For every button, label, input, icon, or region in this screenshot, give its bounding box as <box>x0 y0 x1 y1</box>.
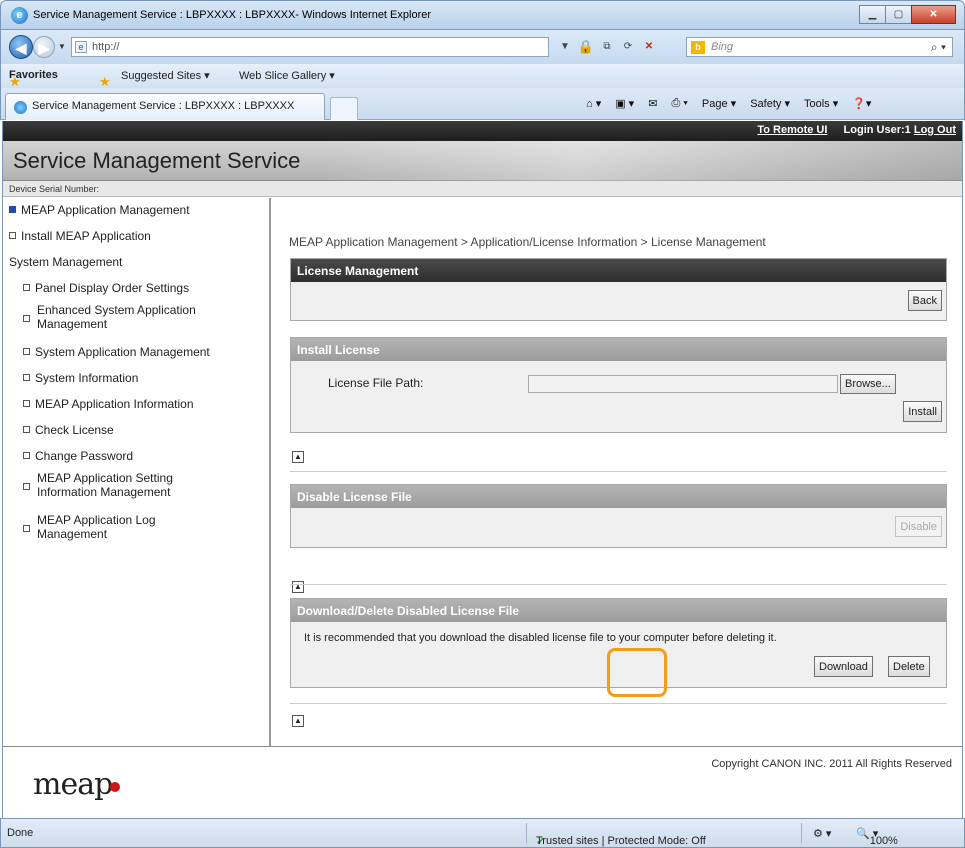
search-input[interactable]: b Bing ⌕ ▾ <box>686 37 953 57</box>
bullet-icon <box>9 206 16 213</box>
panel-title: Disable License File <box>291 485 946 508</box>
print-icon[interactable]: ⎙ ▾ <box>671 97 687 110</box>
favorites-button[interactable]: ★ Favorites <box>9 69 58 89</box>
browser-tab[interactable]: Service Management Service : LBPXXXX : L… <box>5 93 325 120</box>
top-strip: To Remote UI Login User:1 Log Out <box>3 121 962 141</box>
copyright-text: Copyright CANON INC. 2011 All Rights Res… <box>711 758 952 770</box>
install-license-panel: Install License License File Path: Brows… <box>290 337 947 433</box>
suggested-sites-link[interactable]: Suggested Sites ▾ <box>121 69 210 82</box>
sidebar-item-panel-display[interactable]: Panel Display Order Settings <box>23 281 189 295</box>
feeds-icon[interactable]: ▣ ▾ <box>615 97 634 110</box>
back-button[interactable]: Back <box>907 290 942 311</box>
panel-title: License Management <box>291 259 946 282</box>
help-icon[interactable]: ❓▾ <box>852 97 871 110</box>
install-button[interactable]: Install <box>903 401 942 422</box>
collapse-icon[interactable]: ▲ <box>292 451 304 463</box>
sidebar-item-meap-app-mgmt[interactable]: MEAP Application Management <box>9 203 190 217</box>
sidebar-heading-system-mgmt: System Management <box>9 255 123 269</box>
bullet-icon <box>23 426 30 433</box>
bing-icon: b <box>691 41 705 54</box>
status-text: Done <box>7 827 34 839</box>
delete-highlight-box <box>607 648 667 697</box>
panel-title: Download/Delete Disabled License File <box>291 599 946 622</box>
page-footer: meap Copyright CANON INC. 2011 All Right… <box>3 746 962 818</box>
minimize-button[interactable]: ▁ <box>859 5 886 24</box>
collapse-icon[interactable]: ▲ <box>292 581 304 593</box>
close-button[interactable]: ✕ <box>911 5 956 24</box>
license-management-panel: License Management Back <box>290 258 947 321</box>
mail-icon[interactable]: ✉ <box>648 97 657 110</box>
command-bar: ⌂ ▾ ▣ ▾ ✉ ⎙ ▾ Page ▾ Safety ▾ Tools ▾ ❓▾ <box>586 97 871 110</box>
bullet-icon <box>23 348 30 355</box>
license-file-path-input[interactable] <box>528 375 838 393</box>
bullet-icon <box>23 483 30 490</box>
zoom-control[interactable]: 🔍 100% ▾ <box>856 827 898 847</box>
page-icon: e <box>75 41 87 53</box>
browse-button[interactable]: Browse... <box>840 374 896 394</box>
tab-favicon-icon <box>14 101 27 114</box>
sidebar-item-sys-app-mgmt[interactable]: System Application Management <box>23 345 210 359</box>
forward-button[interactable]: ▶ <box>33 36 55 58</box>
recommendation-text: It is recommended that you download the … <box>304 632 777 644</box>
sidebar-item-app-log[interactable]: MEAP Application Log Management <box>23 513 156 541</box>
breadcrumb: MEAP Application Management > Applicatio… <box>289 235 766 249</box>
tab-bar: Service Management Service : LBPXXXX : L… <box>0 88 965 120</box>
stop-icon[interactable]: ✕ <box>640 37 658 57</box>
sidebar: MEAP Application Management Install MEAP… <box>3 198 271 746</box>
page-header: Service Management Service <box>3 141 962 181</box>
url-dropdown-icon[interactable]: ▼ <box>556 37 574 57</box>
meap-logo: meap <box>33 767 121 802</box>
ie-logo-icon: e <box>11 7 28 24</box>
tools-menu[interactable]: Tools ▾ <box>804 97 838 110</box>
page-menu[interactable]: Page ▾ <box>702 97 736 110</box>
bullet-icon <box>23 284 30 291</box>
page-title: Service Management Service <box>13 148 301 173</box>
page-content: To Remote UI Login User:1 Log Out Servic… <box>2 121 963 818</box>
bullet-icon <box>23 400 30 407</box>
sidebar-item-enhanced-sys-app[interactable]: Enhanced System Application Management <box>23 303 196 331</box>
sidebar-item-sys-info[interactable]: System Information <box>23 371 138 385</box>
window-titlebar: e Service Management Service : LBPXXXX :… <box>0 0 965 30</box>
url-input[interactable]: e http:// <box>71 37 549 57</box>
back-button[interactable]: ◀ <box>9 35 33 59</box>
sidebar-item-app-setting-info[interactable]: MEAP Application Setting Information Mana… <box>23 471 173 499</box>
logout-link[interactable]: Log Out <box>914 124 956 136</box>
bullet-icon <box>23 452 30 459</box>
history-dropdown-icon[interactable]: ▼ <box>57 35 67 59</box>
disable-button[interactable]: Disable <box>895 516 942 537</box>
license-file-path-label: License File Path: <box>328 376 424 390</box>
sidebar-item-change-password[interactable]: Change Password <box>23 449 133 463</box>
bullet-icon <box>23 315 30 322</box>
new-tab-button[interactable] <box>330 97 358 120</box>
maximize-button[interactable]: ▢ <box>885 5 912 24</box>
web-slice-gallery-link[interactable]: Web Slice Gallery ▾ <box>239 69 335 82</box>
sidebar-item-meap-app-info[interactable]: MEAP Application Information <box>23 397 194 411</box>
bullet-icon <box>23 374 30 381</box>
search-icon[interactable]: ⌕ ▾ <box>931 40 946 55</box>
window-controls: ▁ ▢ ✕ <box>859 5 956 24</box>
serial-number-bar: Device Serial Number: <box>3 181 962 197</box>
sidebar-item-install-meap[interactable]: Install MEAP Application <box>9 229 151 243</box>
panel-title: Install License <box>291 338 946 361</box>
collapse-icon[interactable]: ▲ <box>292 715 304 727</box>
lock-icon[interactable]: 🔒 <box>577 37 595 57</box>
download-button[interactable]: Download <box>814 656 873 677</box>
delete-button[interactable]: Delete <box>888 656 930 677</box>
status-bar: Done ✓ Trusted sites | Protected Mode: O… <box>0 818 965 848</box>
favorites-bar: ★ Favorites ★ Suggested Sites ▾ Web Slic… <box>0 64 965 89</box>
refresh-icon[interactable]: ⟳ <box>619 37 637 57</box>
bullet-icon <box>9 232 16 239</box>
disable-license-panel: Disable License File Disable <box>290 484 947 548</box>
remote-ui-link[interactable]: To Remote UI <box>757 124 827 136</box>
sidebar-item-check-license[interactable]: Check License <box>23 423 114 437</box>
address-bar: ◀ ▶ ▼ e http:// ▼ 🔒 ⧉ ⟳ ✕ b Bing ⌕ ▾ <box>0 30 965 64</box>
safety-menu[interactable]: Safety ▾ <box>750 97 790 110</box>
compatibility-view-icon[interactable]: ⧉ <box>598 37 616 57</box>
login-user-label: Login User:1 <box>843 124 911 136</box>
window-title: Service Management Service : LBPXXXX : L… <box>33 9 432 21</box>
settings-dropdown-icon[interactable]: ⚙ ▾ <box>813 827 831 840</box>
bullet-icon <box>23 525 30 532</box>
home-icon[interactable]: ⌂ ▾ <box>586 97 601 110</box>
